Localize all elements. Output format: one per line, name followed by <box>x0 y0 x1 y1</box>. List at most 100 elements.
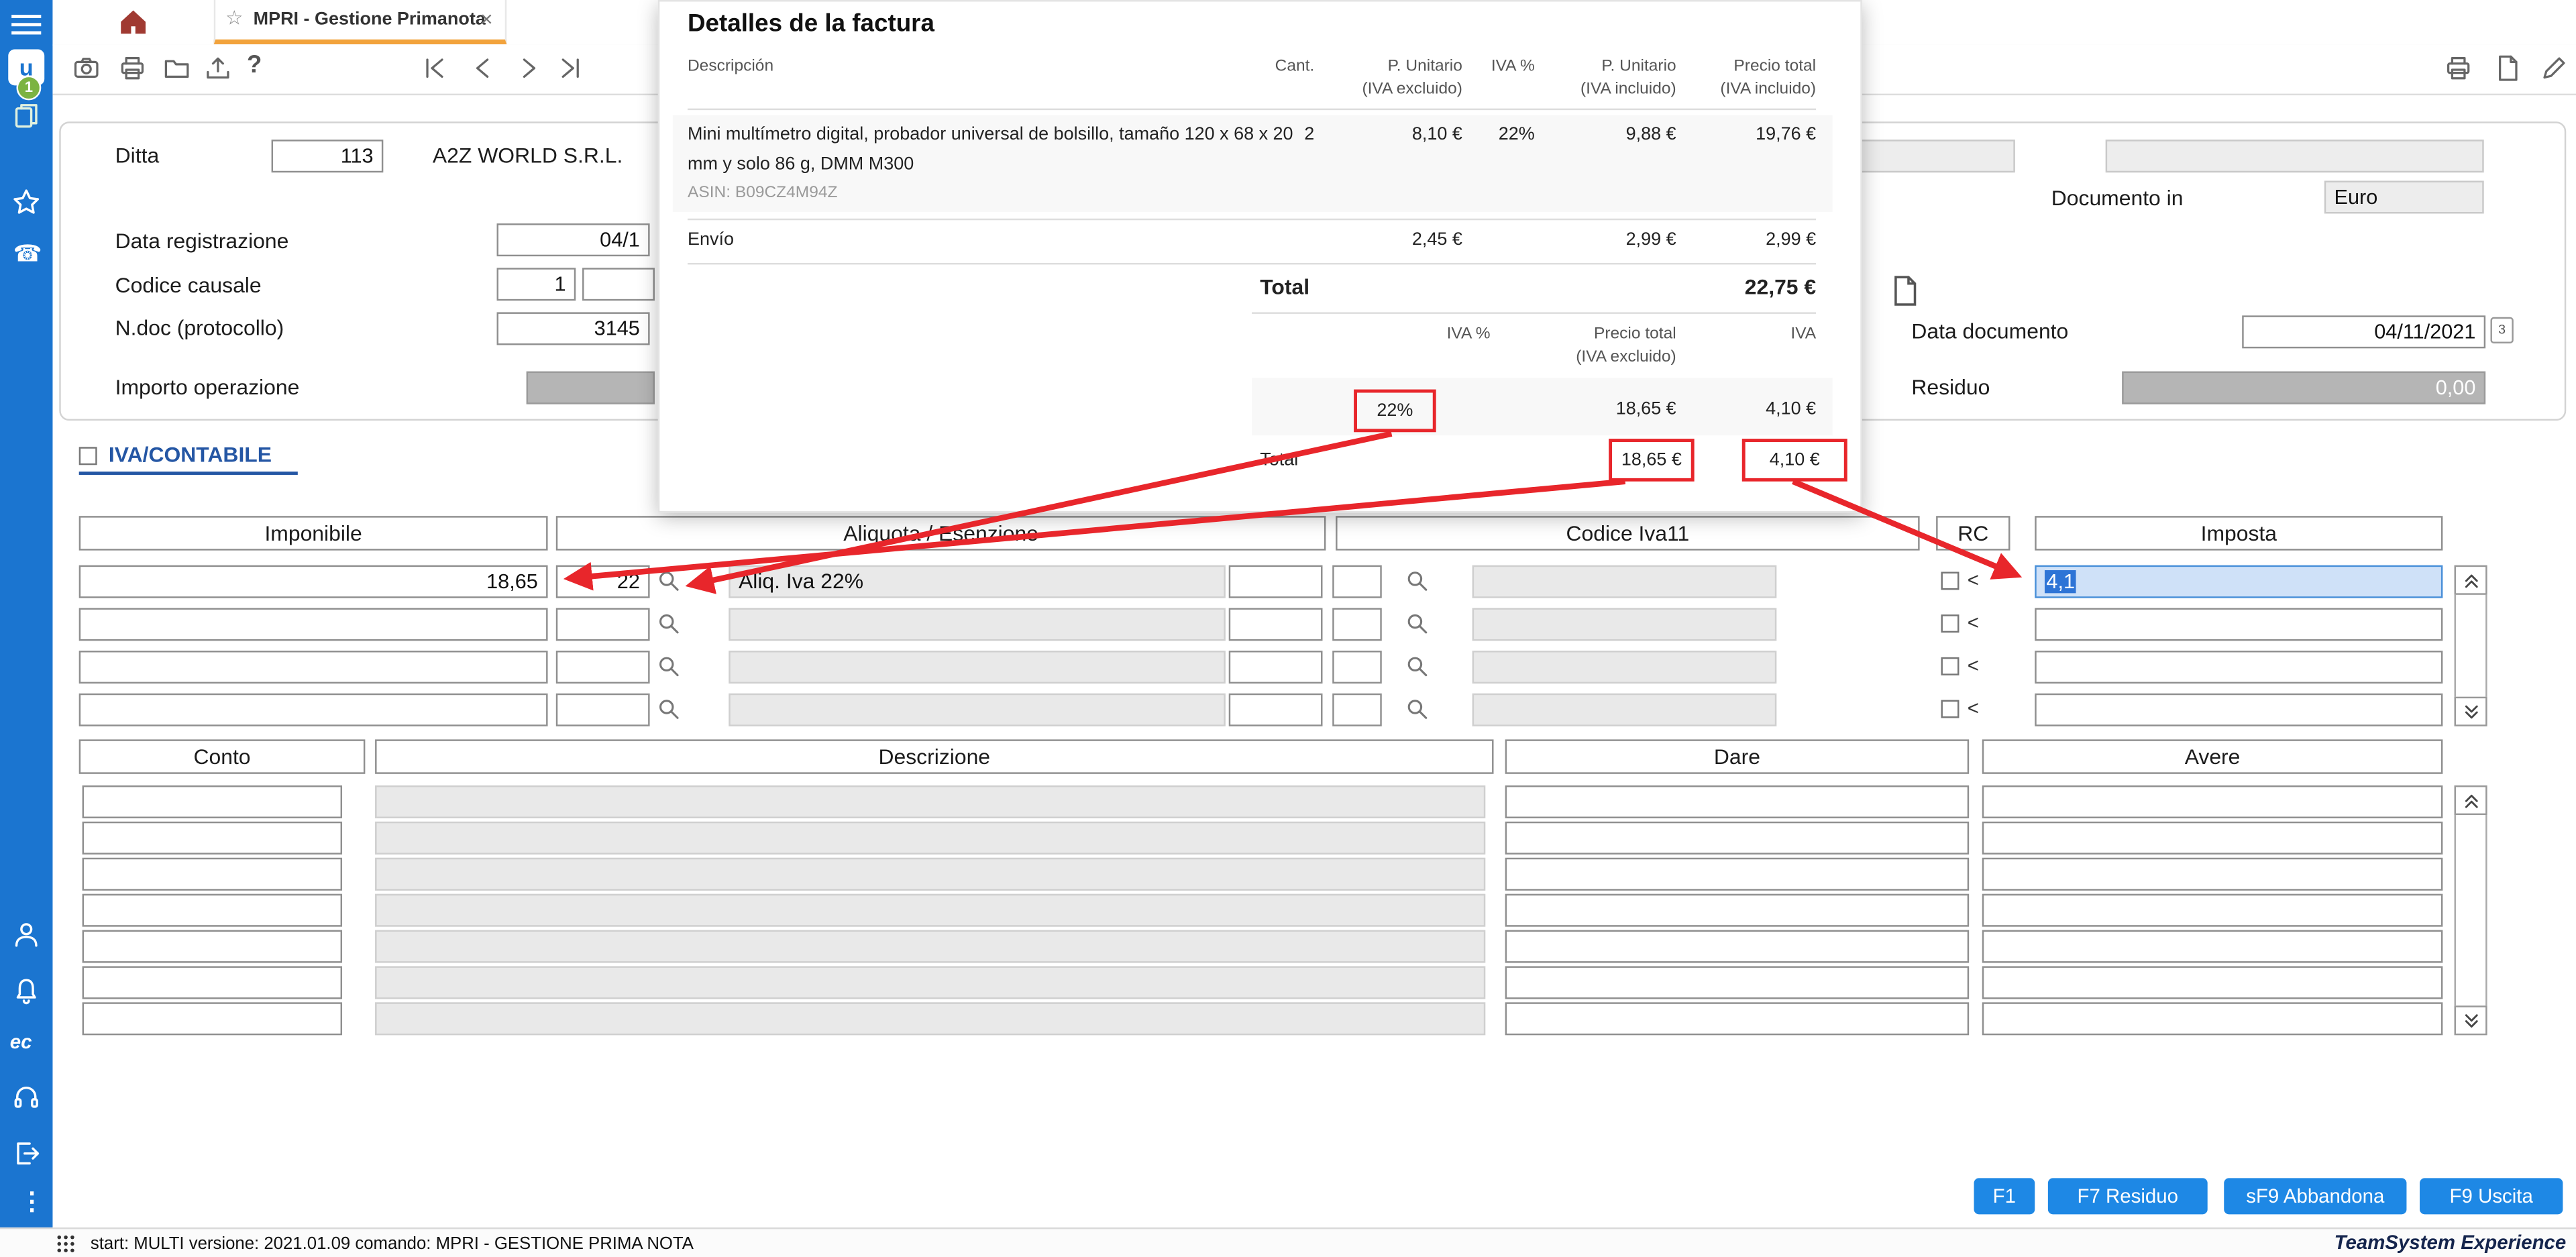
iva-row1-codice-search-icon[interactable] <box>1405 569 1430 594</box>
iva-row4-codice-field2[interactable] <box>1332 694 1382 726</box>
codice-causale-desc-field[interactable] <box>582 268 655 300</box>
user-profile-icon[interactable] <box>11 920 41 950</box>
conto-row3-dare[interactable] <box>1505 858 1969 891</box>
edit-pencil-icon[interactable] <box>2540 54 2568 83</box>
conto-scroll-up-button[interactable] <box>2455 785 2487 815</box>
nav-last-icon[interactable] <box>556 54 584 83</box>
tab-mpri[interactable]: ☆ MPRI - Gestione Primanota × <box>214 0 506 44</box>
phone-contact-icon[interactable]: ☎ <box>13 240 42 268</box>
iva-row3-codice-field2[interactable] <box>1332 651 1382 684</box>
hamburger-menu-icon[interactable] <box>11 11 41 34</box>
iva-contabile-checkbox[interactable] <box>79 447 97 465</box>
iva-row1-imposta[interactable]: 4,1 <box>2035 565 2443 598</box>
conto-row6-conto[interactable] <box>83 966 342 999</box>
conto-row2-conto[interactable] <box>83 822 342 855</box>
tab-close-icon[interactable]: × <box>480 7 493 32</box>
iva-row3-aliquota[interactable] <box>556 651 650 684</box>
iva-row3-imponibile[interactable] <box>79 651 548 684</box>
f9-uscita-button[interactable]: F9 Uscita <box>2420 1178 2563 1214</box>
nav-first-icon[interactable] <box>421 54 449 83</box>
iva-row1-aliquota[interactable]: 22 <box>556 565 650 598</box>
conto-row7-conto[interactable] <box>83 1002 342 1035</box>
new-document-icon[interactable] <box>2493 54 2522 83</box>
calendar-icon[interactable]: 3 <box>2490 317 2513 343</box>
conto-row6-dare[interactable] <box>1505 966 1969 999</box>
codice-causale-field[interactable]: 1 <box>497 268 576 300</box>
iva-scroll-down-button[interactable] <box>2455 697 2487 726</box>
iva-row4-aliquota[interactable] <box>556 694 650 726</box>
iva-row1-codice-field1[interactable] <box>1229 565 1323 598</box>
conto-row2-avere[interactable] <box>1982 822 2443 855</box>
conto-row7-avere[interactable] <box>1982 1002 2443 1035</box>
iva-row1-codice-field2[interactable] <box>1332 565 1382 598</box>
iva-row2-codice-field2[interactable] <box>1332 608 1382 641</box>
conto-row4-avere[interactable] <box>1982 894 2443 927</box>
conto-row1-dare[interactable] <box>1505 785 1969 818</box>
favorites-star-icon[interactable] <box>11 187 41 217</box>
iva-row3-search-icon[interactable] <box>656 654 681 679</box>
iva-row4-codice-field1[interactable] <box>1229 694 1323 726</box>
iva-row4-imponibile[interactable] <box>79 694 548 726</box>
conto-row1-avere[interactable] <box>1982 785 2443 818</box>
camera-icon[interactable] <box>72 54 101 83</box>
print-icon[interactable] <box>119 54 147 83</box>
print-document-icon[interactable] <box>2445 54 2473 83</box>
conto-scroll-down-button[interactable] <box>2455 1005 2487 1035</box>
iva-row2-rc-checkbox[interactable] <box>1941 614 1959 633</box>
nav-prev-icon[interactable] <box>469 54 497 83</box>
documento-in-field[interactable]: Euro <box>2324 180 2484 213</box>
conto-row5-conto[interactable] <box>83 930 342 963</box>
iva-row3-imposta[interactable] <box>2035 651 2443 684</box>
iva-scroll-up-button[interactable] <box>2455 565 2487 595</box>
iva-contabile-tab[interactable]: IVA/CONTABILE <box>109 442 272 467</box>
nav-next-icon[interactable] <box>515 54 543 83</box>
data-registrazione-field[interactable]: 04/1 <box>497 223 650 256</box>
help-icon[interactable]: ? <box>247 51 262 79</box>
conto-row6-avere[interactable] <box>1982 966 2443 999</box>
folder-icon[interactable] <box>163 54 191 83</box>
iva-row4-codice-search-icon[interactable] <box>1405 697 1430 722</box>
headset-support-icon[interactable] <box>11 1083 41 1112</box>
ec-logo[interactable]: ec <box>10 1030 32 1053</box>
conto-row5-dare[interactable] <box>1505 930 1969 963</box>
iva-row2-aliquota[interactable] <box>556 608 650 641</box>
f7-residuo-button[interactable]: F7 Residuo <box>2048 1178 2208 1214</box>
iva-row2-codice-search-icon[interactable] <box>1405 611 1430 636</box>
iva-row4-imposta[interactable] <box>2035 694 2443 726</box>
ditta-extra-field-2[interactable] <box>2106 140 2484 172</box>
conto-row3-avere[interactable] <box>1982 858 2443 891</box>
conto-row5-avere[interactable] <box>1982 930 2443 963</box>
iva-row2-search-icon[interactable] <box>656 611 681 636</box>
conto-scroll-track[interactable] <box>2455 785 2487 1035</box>
iva-row1-search-icon[interactable] <box>656 569 681 594</box>
iva-row2-codice-field1[interactable] <box>1229 608 1323 641</box>
conto-row2-dare[interactable] <box>1505 822 1969 855</box>
iva-row1-imponibile[interactable]: 18,65 <box>79 565 548 598</box>
iva-row4-search-icon[interactable] <box>656 697 681 722</box>
conto-row7-dare[interactable] <box>1505 1002 1969 1035</box>
ditta-code-field[interactable]: 113 <box>272 140 384 172</box>
tab-favorite-star-icon[interactable]: ☆ <box>225 7 243 30</box>
f1-button[interactable]: F1 <box>1974 1178 2035 1214</box>
iva-row1-rc-checkbox[interactable] <box>1941 571 1959 590</box>
conto-row1-conto[interactable] <box>83 785 342 818</box>
iva-row3-codice-search-icon[interactable] <box>1405 654 1430 679</box>
grid-apps-icon[interactable] <box>56 1234 75 1254</box>
iva-row4-rc-checkbox[interactable] <box>1941 700 1959 718</box>
documents-copy-icon[interactable] <box>11 100 41 129</box>
logout-icon[interactable] <box>11 1139 41 1168</box>
ndoc-field[interactable]: 3145 <box>497 312 650 345</box>
home-icon[interactable] <box>119 7 148 36</box>
iva-row3-codice-field1[interactable] <box>1229 651 1323 684</box>
iva-row2-imposta[interactable] <box>2035 608 2443 641</box>
overflow-dots-icon[interactable]: ⋮ <box>19 1187 44 1216</box>
conto-row3-conto[interactable] <box>83 858 342 891</box>
bell-notifications-icon[interactable] <box>11 976 41 1005</box>
export-icon[interactable] <box>204 54 232 83</box>
conto-row4-conto[interactable] <box>83 894 342 927</box>
iva-row2-imponibile[interactable] <box>79 608 548 641</box>
document-page-icon[interactable] <box>1888 273 1921 309</box>
sf9-abbandona-button[interactable]: sF9 Abbandona <box>2224 1178 2406 1214</box>
conto-row4-dare[interactable] <box>1505 894 1969 927</box>
data-documento-field[interactable]: 04/11/2021 <box>2242 315 2485 348</box>
